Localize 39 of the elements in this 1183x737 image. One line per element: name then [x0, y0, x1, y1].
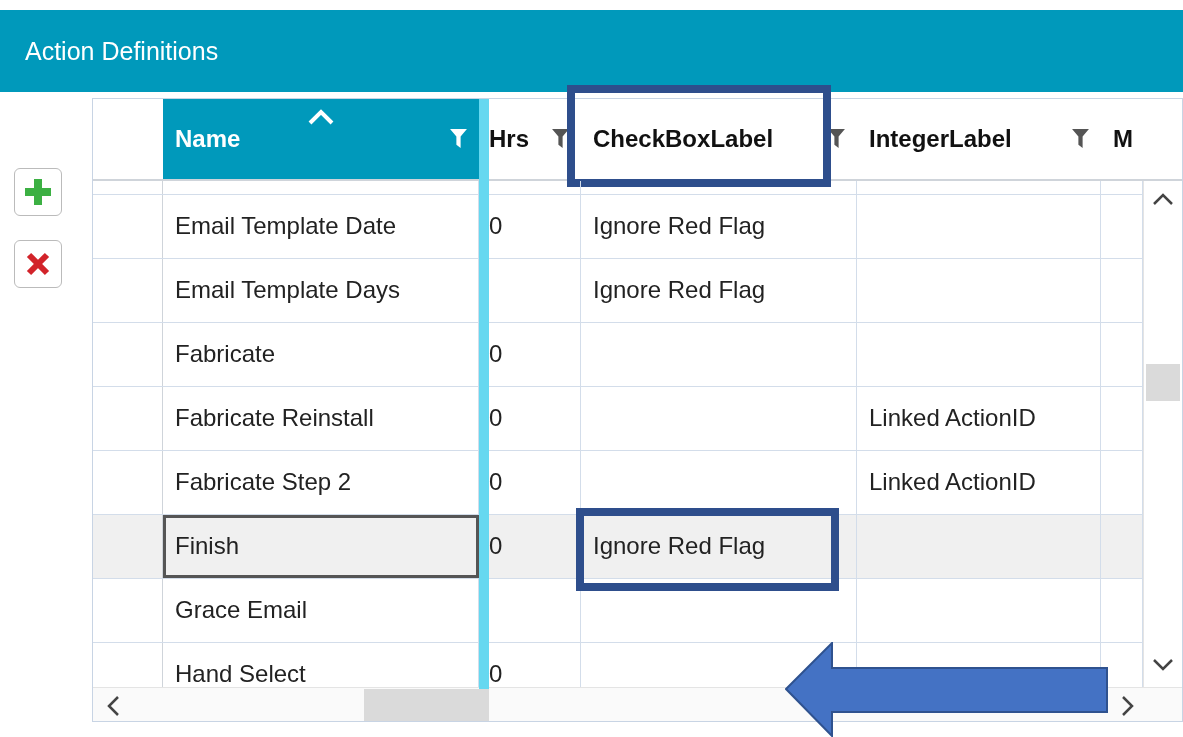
table-cell: Fabricate	[175, 340, 276, 369]
table-cell: Grace Email	[175, 596, 308, 625]
table-cell: 0	[489, 468, 503, 497]
scroll-left-icon[interactable]	[107, 695, 119, 716]
delete-button[interactable]	[14, 240, 62, 288]
plus-icon	[25, 179, 51, 205]
scroll-down-icon[interactable]	[1153, 658, 1174, 671]
add-button[interactable]	[14, 168, 62, 216]
table-cell: Linked ActionID	[869, 468, 1036, 497]
filter-icon[interactable]	[552, 129, 569, 149]
table-cell: Linked ActionID	[869, 404, 1036, 433]
table-cell: 0	[489, 660, 503, 687]
column-header[interactable]: CheckBoxLabel	[581, 99, 857, 179]
table-cell: Ignore Red Flag	[593, 532, 766, 561]
scroll-right-icon[interactable]	[1122, 695, 1134, 716]
table-cell: Fabricate Reinstall	[175, 404, 374, 433]
scrollbar-thumb[interactable]	[364, 688, 489, 721]
vertical-scrollbar[interactable]	[1143, 180, 1182, 687]
column-header[interactable]: M	[1101, 99, 1182, 179]
table-cell: Ignore Red Flag	[593, 212, 766, 241]
table-cell: Email Template Date	[175, 212, 396, 241]
x-icon	[26, 252, 50, 276]
table-cell: 0	[489, 340, 503, 369]
table-cell: 0	[489, 404, 503, 433]
filter-icon[interactable]	[828, 129, 845, 149]
table-cell: Finish	[175, 532, 240, 561]
table-cell: 0	[489, 212, 503, 241]
filter-icon[interactable]	[1072, 129, 1089, 149]
window-title: Action Definitions	[25, 36, 219, 66]
table-cell: Email Template Days	[175, 276, 400, 305]
table-row[interactable]: Finish 0 Ignore Red Flag	[93, 514, 1144, 579]
column-header[interactable]: Hrs	[489, 99, 581, 179]
table-cell: 0	[489, 532, 503, 561]
scrollbar-thumb[interactable]	[1146, 363, 1181, 401]
scroll-up-icon[interactable]	[1153, 192, 1174, 205]
table-cell: Ignore Red Flag	[593, 276, 766, 305]
table-cell: Fabricate Step 2	[175, 468, 352, 497]
column-header[interactable]: IntegerLabel	[857, 99, 1101, 179]
table-cell: Hand Select	[175, 660, 306, 687]
